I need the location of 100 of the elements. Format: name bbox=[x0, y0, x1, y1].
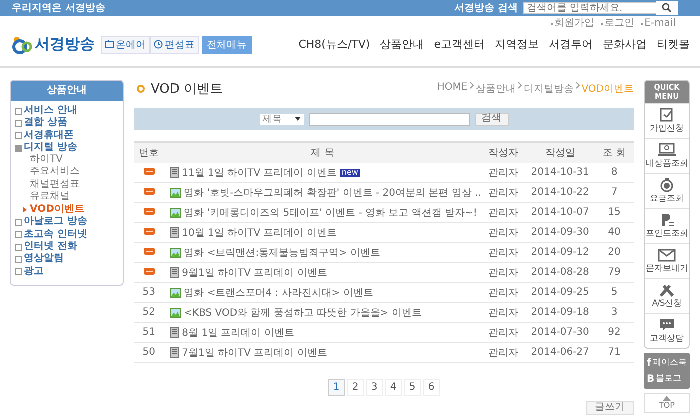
page-link[interactable]: 6 bbox=[423, 379, 440, 396]
post-title-link[interactable]: 9월1일 하이TV 프리데이 이벤트 bbox=[182, 266, 328, 280]
quick-menu-item[interactable]: 요금조회 bbox=[645, 173, 689, 208]
breadcrumb-link[interactable]: 디지털방송 bbox=[524, 82, 574, 96]
column-header: 번호 bbox=[134, 142, 164, 163]
page-link[interactable]: 4 bbox=[385, 379, 402, 396]
author-cell: 관리자 bbox=[481, 342, 526, 362]
sidebar-item[interactable]: 아날로그 방송 bbox=[15, 216, 119, 229]
nav-item[interactable]: 문화사업 bbox=[603, 37, 647, 52]
utility-link[interactable]: 로그인 bbox=[604, 18, 635, 29]
column-header: 작성일 bbox=[526, 142, 596, 163]
quick-menu-item[interactable]: 고객상담 bbox=[645, 313, 689, 348]
sidebar-item[interactable]: 서경휴대폰 bbox=[15, 130, 119, 142]
post-title-link[interactable]: 10월 1일 하이TV 프리데이 이벤트 bbox=[182, 226, 337, 240]
top-button[interactable]: TOP bbox=[644, 393, 690, 413]
search-label: 서경방송 검색 bbox=[454, 2, 518, 15]
date-cell: 2014-09-18 bbox=[526, 302, 596, 322]
quick-menu-item[interactable]: 문자보내기 bbox=[645, 243, 689, 278]
header-button[interactable]: 편성표 bbox=[150, 36, 199, 54]
search-button[interactable]: 검색 bbox=[474, 112, 508, 126]
quick-menu-item[interactable]: 내상품조회 bbox=[645, 138, 689, 173]
social-label: 블로그 bbox=[656, 373, 682, 385]
logo-text[interactable]: 서경방송 bbox=[35, 35, 95, 54]
envelope-icon bbox=[658, 248, 676, 262]
chevron-icon bbox=[518, 82, 522, 89]
post-title-link[interactable]: 11월 1일 하이TV 프리데이 이벤트 bbox=[182, 166, 337, 180]
notice-badge-icon bbox=[144, 248, 155, 255]
author-cell: 관리자 bbox=[481, 202, 526, 222]
sidebar-subitem[interactable]: 하이TV bbox=[15, 154, 119, 166]
post-title-link[interactable]: <KBS VOD와 함께 풍성하고 따뜻한 가을을> 이벤트 bbox=[184, 306, 422, 320]
logo-icon bbox=[12, 36, 32, 54]
nav-item[interactable]: 지역정보 bbox=[495, 37, 539, 52]
page-title: VOD 이벤트 bbox=[151, 81, 224, 98]
sidebar-item[interactable]: 초고속 인터넷 bbox=[15, 228, 119, 241]
page-link[interactable]: 5 bbox=[404, 379, 421, 396]
nav-item[interactable]: e고객센터 bbox=[434, 37, 485, 52]
views-cell: 92 bbox=[595, 322, 634, 342]
post-number: 51 bbox=[142, 327, 156, 338]
date-cell: 2014-07-30 bbox=[526, 322, 596, 342]
breadcrumb-link[interactable]: HOME bbox=[437, 82, 468, 96]
sidebar-subitem[interactable]: 유료채널 bbox=[15, 191, 119, 204]
sidebar-subitem[interactable]: VOD이벤트 bbox=[15, 203, 119, 216]
sidebar-item[interactable]: 영상알림 bbox=[15, 253, 119, 266]
views-cell: 15 bbox=[595, 202, 634, 222]
views-cell: 7 bbox=[595, 182, 634, 202]
sidebar-item[interactable]: 서비스 안내 bbox=[15, 105, 119, 118]
tagline: 우리지역은 서경방송 bbox=[12, 2, 106, 15]
nav-item[interactable]: 상품안내 bbox=[380, 37, 424, 52]
sidebar-item[interactable]: 광고 bbox=[15, 266, 119, 278]
tv-icon bbox=[105, 40, 114, 49]
social-link[interactable]: B 블로그 bbox=[644, 371, 690, 387]
search-field[interactable]: 검색어를 입력하세요. bbox=[523, 2, 657, 14]
sidebar-subitem[interactable]: 주요서비스 bbox=[15, 166, 119, 179]
author-cell: 관리자 bbox=[481, 222, 526, 242]
social-link[interactable]: f 페이스북 bbox=[644, 355, 690, 371]
author-cell: 관리자 bbox=[481, 282, 526, 302]
nav-item[interactable]: CH8(뉴스/TV) bbox=[298, 37, 370, 52]
post-number: 53 bbox=[142, 287, 156, 298]
page-link[interactable]: 2 bbox=[347, 379, 364, 396]
post-title-link[interactable]: 영화 <브릭맨션:통제불능범죄구역> 이벤트 bbox=[184, 246, 381, 260]
sidebar-subitem[interactable]: 채널편성표 bbox=[15, 178, 119, 192]
new-badge: new bbox=[340, 168, 360, 176]
search-icon[interactable] bbox=[656, 1, 678, 15]
form-icon bbox=[658, 108, 676, 122]
utility-link[interactable]: E-mail bbox=[644, 18, 676, 29]
post-number: 52 bbox=[142, 307, 156, 318]
social-mark: B bbox=[647, 374, 654, 384]
title-bullet-icon bbox=[137, 85, 145, 93]
author-cell: 관리자 bbox=[481, 182, 526, 202]
quick-menu-title: QUICK MENU bbox=[645, 81, 689, 103]
post-title-link[interactable]: 영화 <트랜스포머4 : 사라진시대> 이벤트 bbox=[184, 286, 374, 300]
date-cell: 2014-09-12 bbox=[526, 242, 596, 262]
page-link[interactable]: 1 bbox=[328, 379, 345, 396]
quick-menu-item[interactable]: A/S신청 bbox=[645, 278, 689, 313]
header-button[interactable]: 온에어 bbox=[101, 36, 150, 54]
nav-item[interactable]: 티켓몰 bbox=[657, 37, 690, 52]
chat-icon bbox=[658, 318, 676, 332]
search-input[interactable] bbox=[308, 112, 470, 126]
write-button[interactable]: 글쓰기 bbox=[586, 401, 634, 415]
date-cell: 2014-09-25 bbox=[526, 282, 596, 302]
search-select[interactable]: 제목 bbox=[260, 114, 304, 124]
post-title-link[interactable]: 영화 '호빗-스마우그의폐허 확장판' 이벤트 - 20여분의 본편 영상 .. bbox=[184, 186, 482, 200]
views-cell: 40 bbox=[595, 222, 634, 242]
page-link[interactable]: 3 bbox=[366, 379, 383, 396]
author-cell: 관리자 bbox=[481, 262, 526, 282]
utility-link[interactable]: 회원가입 bbox=[554, 18, 595, 29]
post-title-link[interactable]: 영화 '키메롱디이즈의 5테이프' 이벤트 - 영화 보고 액션캠 받자~! bbox=[184, 206, 478, 220]
sidebar-item[interactable]: 결합 상품 bbox=[15, 117, 119, 130]
sidebar-item[interactable]: 디지털 방송 bbox=[15, 142, 119, 154]
post-title-link[interactable]: 8월 1일 프리데이 이벤트 bbox=[182, 326, 294, 340]
tools-icon bbox=[658, 282, 676, 296]
chevron-icon bbox=[470, 82, 474, 89]
breadcrumb-link[interactable]: 상품안내 bbox=[476, 82, 516, 96]
nav-item[interactable]: 서경투어 bbox=[549, 37, 593, 52]
sidebar-item[interactable]: 인터넷 전화 bbox=[15, 240, 119, 254]
coin-icon bbox=[658, 178, 676, 192]
quick-menu-item[interactable]: 포인트조회 bbox=[645, 208, 689, 243]
date-cell: 2014-08-28 bbox=[526, 262, 596, 282]
quick-menu-item[interactable]: 가입신청 bbox=[645, 103, 689, 138]
post-title-link[interactable]: 7월1일 하이TV 프리데이 이벤트 bbox=[182, 346, 328, 360]
